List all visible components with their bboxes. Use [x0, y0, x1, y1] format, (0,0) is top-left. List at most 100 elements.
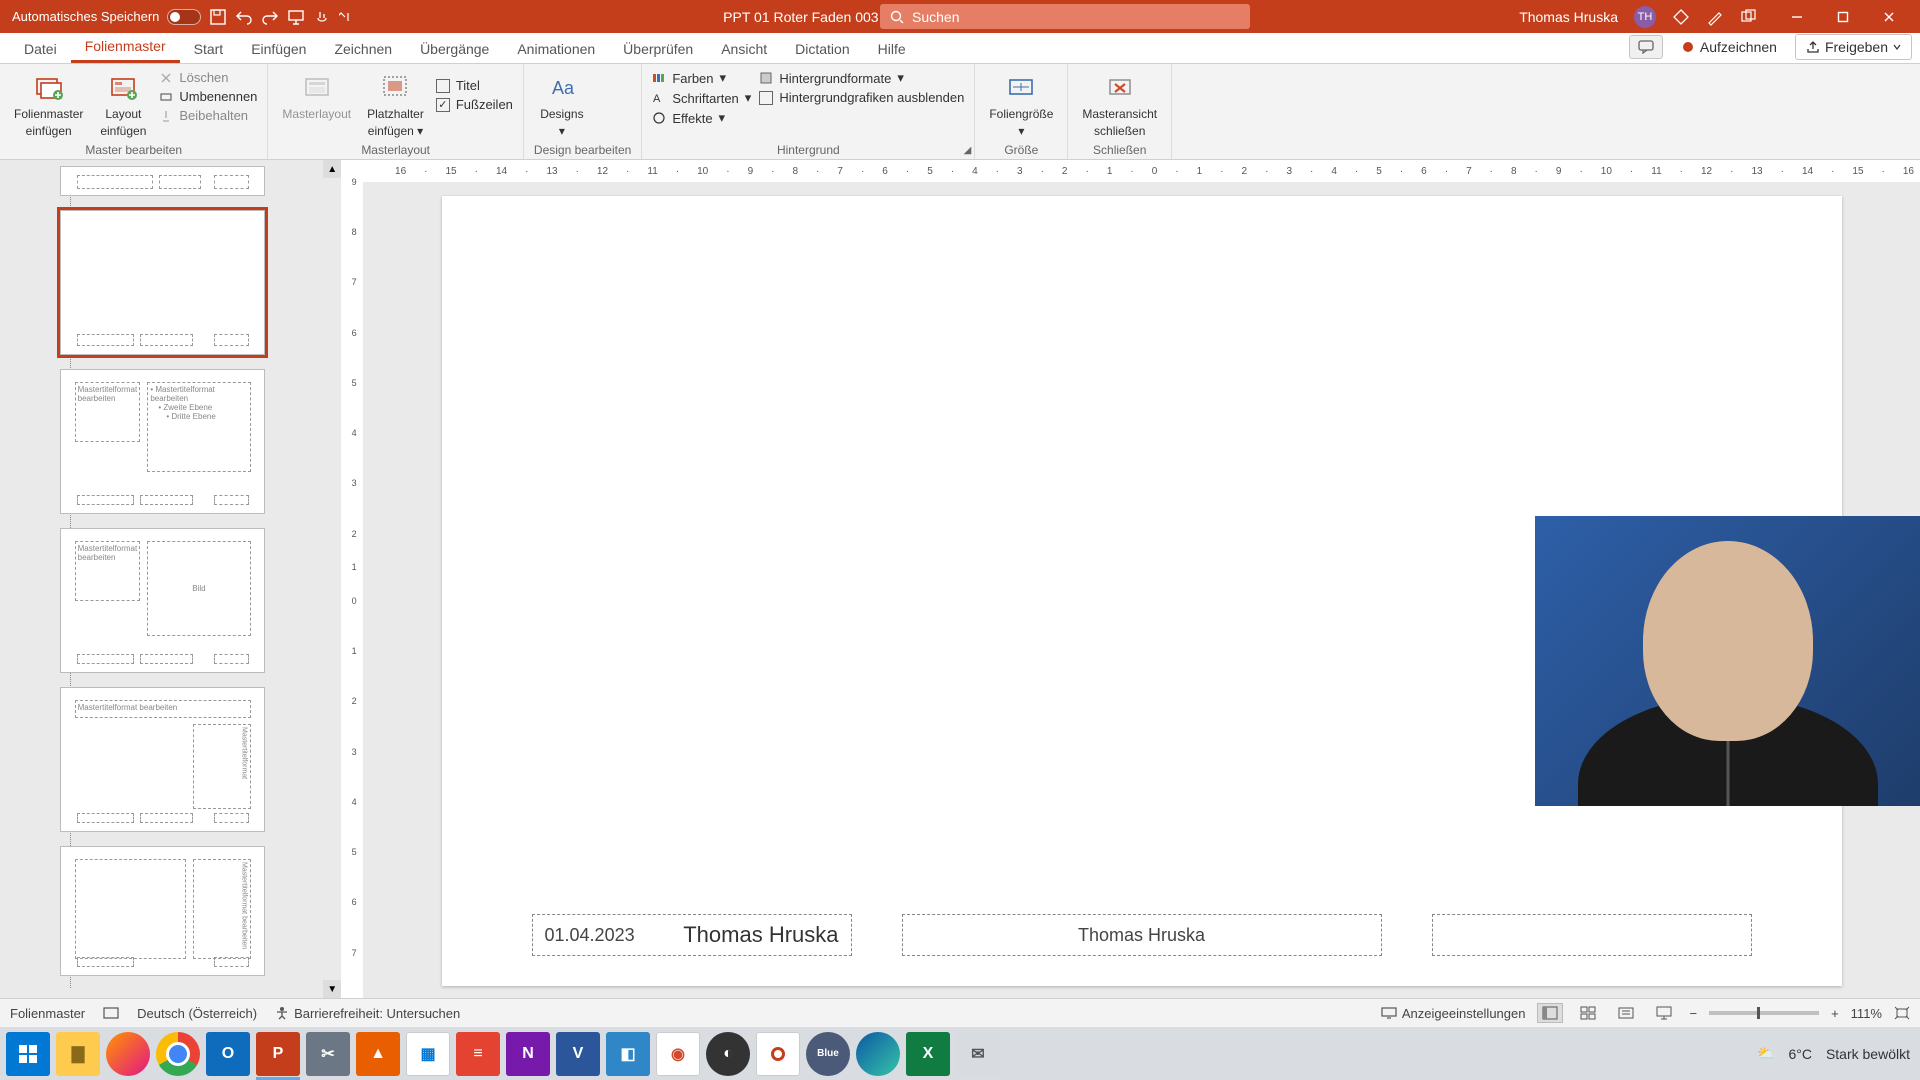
- date-value: 01.04.2023: [545, 925, 635, 946]
- master-layout-button[interactable]: Masterlayout: [278, 68, 355, 121]
- edge-app[interactable]: [856, 1032, 900, 1076]
- normal-view-button[interactable]: [1537, 1003, 1563, 1023]
- zoom-out-button[interactable]: −: [1689, 1006, 1697, 1021]
- obs-app[interactable]: ◐: [706, 1032, 750, 1076]
- group-label-size: Größe: [985, 141, 1057, 157]
- tab-zeichnen[interactable]: Zeichnen: [320, 35, 406, 63]
- insert-layout-button[interactable]: Layouteinfügen: [95, 68, 151, 138]
- slideshow-view-button[interactable]: [1651, 1003, 1677, 1023]
- photos-app[interactable]: ▦: [406, 1032, 450, 1076]
- insert-placeholder-button[interactable]: Platzhaltereinfügen ▾: [363, 68, 428, 138]
- autosave-label: Automatisches Speichern: [12, 9, 159, 24]
- thumbnail-partial-top[interactable]: [60, 166, 265, 196]
- tab-hilfe[interactable]: Hilfe: [864, 35, 920, 63]
- tab-datei[interactable]: Datei: [10, 35, 71, 63]
- title-checkbox[interactable]: Titel: [436, 78, 513, 93]
- tab-ansicht[interactable]: Ansicht: [707, 35, 781, 63]
- thumbnail-blank-layout[interactable]: [60, 210, 265, 355]
- tab-folienmaster[interactable]: Folienmaster: [71, 32, 180, 63]
- app-generic-2[interactable]: ◉: [656, 1032, 700, 1076]
- tab-dictation[interactable]: Dictation: [781, 35, 863, 63]
- redo-icon[interactable]: [261, 8, 279, 26]
- tab-einfuegen[interactable]: Einfügen: [237, 35, 320, 63]
- thumbnail-picture-layout[interactable]: Mastertitelformat bearbeiten Bild: [60, 528, 265, 673]
- hide-bg-checkbox[interactable]: Hintergrundgrafiken ausblenden: [759, 90, 964, 105]
- tab-uebergaenge[interactable]: Übergänge: [406, 35, 503, 63]
- user-avatar[interactable]: TH: [1634, 6, 1656, 28]
- present-from-start-icon[interactable]: [287, 8, 305, 26]
- author-bold: Thomas Hruska: [683, 922, 838, 948]
- fit-to-window-button[interactable]: [1894, 1006, 1910, 1020]
- reading-view-button[interactable]: [1613, 1003, 1639, 1023]
- share-button[interactable]: Freigeben: [1795, 34, 1912, 60]
- outlook-app[interactable]: O: [206, 1032, 250, 1076]
- undo-icon[interactable]: [235, 8, 253, 26]
- snip-app[interactable]: ✂: [306, 1032, 350, 1076]
- status-language[interactable]: Deutsch (Österreich): [137, 1006, 257, 1021]
- status-accessibility[interactable]: Barrierefreiheit: Untersuchen: [275, 1006, 460, 1021]
- app-generic-3[interactable]: [756, 1032, 800, 1076]
- tab-animationen[interactable]: Animationen: [503, 35, 609, 63]
- slide-master-thumbnails[interactable]: ▲ Mastertitelformat bearbeiten • Mastert…: [0, 160, 341, 998]
- rename-layout-button[interactable]: Umbenennen: [159, 89, 257, 104]
- vlc-app[interactable]: ▲: [356, 1032, 400, 1076]
- explorer-app[interactable]: ▇: [56, 1032, 100, 1076]
- tab-ueberpruefen[interactable]: Überprüfen: [609, 35, 707, 63]
- start-button[interactable]: [6, 1032, 50, 1076]
- qat-customize-icon[interactable]: [339, 8, 351, 26]
- footers-checkbox[interactable]: ✓Fußzeilen: [436, 97, 513, 112]
- group-label-masterlayout: Masterlayout: [278, 141, 512, 157]
- visio-app[interactable]: V: [556, 1032, 600, 1076]
- search-input[interactable]: Suchen: [880, 4, 1250, 29]
- zoom-in-button[interactable]: +: [1831, 1006, 1839, 1021]
- thumbnail-vertical-layout[interactable]: Mastertitelformat bearbeiten: [60, 846, 265, 976]
- weather-icon[interactable]: ⛅: [1757, 1045, 1774, 1062]
- date-placeholder[interactable]: 01.04.2023 Thomas Hruska: [532, 914, 852, 956]
- autosave-toggle[interactable]: [167, 9, 201, 25]
- todoist-app[interactable]: ≡: [456, 1032, 500, 1076]
- footer-placeholder[interactable]: Thomas Hruska: [902, 914, 1382, 956]
- app-generic-1[interactable]: ◧: [606, 1032, 650, 1076]
- delete-layout-button[interactable]: Löschen: [159, 70, 257, 85]
- onenote-app[interactable]: N: [506, 1032, 550, 1076]
- pen-icon[interactable]: [1706, 8, 1724, 26]
- display-settings[interactable]: Anzeigeeinstellungen: [1381, 1006, 1526, 1021]
- fonts-dropdown[interactable]: ASchriftarten ▾: [652, 90, 751, 106]
- effects-dropdown[interactable]: Effekte ▾: [652, 110, 751, 126]
- comments-toggle[interactable]: [1629, 35, 1663, 59]
- slide-size-button[interactable]: Foliengröße▾: [985, 68, 1057, 138]
- thumb-scroll-down[interactable]: ▼: [323, 980, 341, 998]
- sorter-view-button[interactable]: [1575, 1003, 1601, 1023]
- diamond-icon[interactable]: [1672, 8, 1690, 26]
- slide-number-placeholder[interactable]: [1432, 914, 1752, 956]
- zoom-slider[interactable]: [1709, 1011, 1819, 1015]
- record-button[interactable]: Aufzeichnen: [1671, 35, 1787, 59]
- touch-mode-icon[interactable]: [313, 8, 331, 26]
- themes-button[interactable]: Aa Designs▾: [534, 68, 590, 138]
- close-master-view-button[interactable]: Masteransichtschließen: [1078, 68, 1161, 138]
- user-name[interactable]: Thomas Hruska: [1519, 9, 1618, 25]
- powerpoint-app[interactable]: P: [256, 1032, 300, 1076]
- maximize-button[interactable]: [1820, 0, 1866, 33]
- preserve-layout-button[interactable]: Beibehalten: [159, 108, 257, 123]
- colors-dropdown[interactable]: Farben ▾: [652, 70, 751, 86]
- webcam-overlay: [1535, 516, 1920, 806]
- save-icon[interactable]: [209, 8, 227, 26]
- background-dialog-launcher[interactable]: ◢: [964, 145, 972, 156]
- insert-slide-master-button[interactable]: Folienmastereinfügen: [10, 68, 87, 138]
- mail-app[interactable]: ✉: [956, 1032, 1000, 1076]
- window-clone-icon[interactable]: [1740, 8, 1758, 26]
- excel-app[interactable]: X: [906, 1032, 950, 1076]
- thumb-scroll-up[interactable]: ▲: [323, 160, 341, 178]
- close-button[interactable]: [1866, 0, 1912, 33]
- background-styles-dropdown[interactable]: Hintergrundformate ▾: [759, 70, 964, 86]
- firefox-app[interactable]: [106, 1032, 150, 1076]
- thumbnail-two-content-layout[interactable]: Mastertitelformat bearbeiten • Mastertit…: [60, 369, 265, 514]
- zoom-level[interactable]: 111%: [1851, 1006, 1882, 1021]
- status-keyboard-icon[interactable]: [103, 1007, 119, 1019]
- app-generic-4[interactable]: Blue: [806, 1032, 850, 1076]
- chrome-app[interactable]: [156, 1032, 200, 1076]
- tab-start[interactable]: Start: [180, 35, 238, 63]
- minimize-button[interactable]: [1774, 0, 1820, 33]
- thumbnail-title-layout[interactable]: Mastertitelformat bearbeiten Mastertitel…: [60, 687, 265, 832]
